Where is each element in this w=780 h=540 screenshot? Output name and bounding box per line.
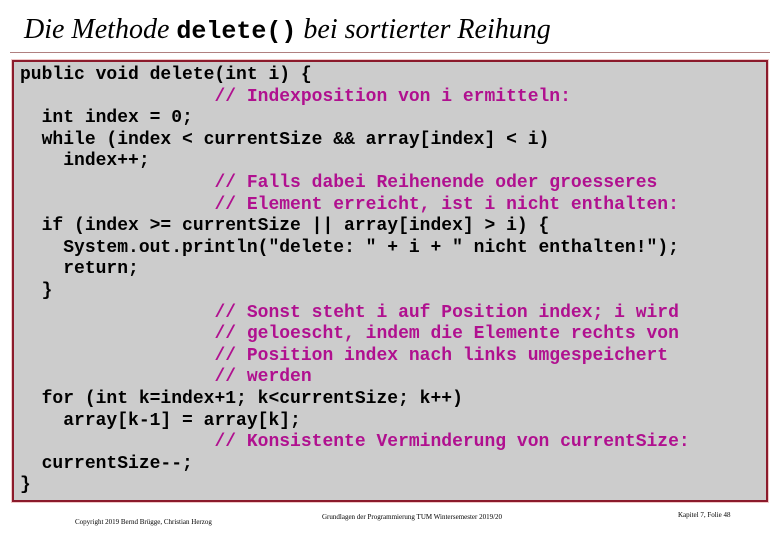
code-line: currentSize--; [20, 454, 690, 476]
slide-title-prefix: Die Methode [24, 14, 177, 45]
code-comment-line: // Indexposition von i ermitteln: [20, 87, 690, 109]
code-line: } [20, 281, 690, 303]
code-text: for (int k=index+1; k<currentSize; k++) [41, 388, 463, 409]
code-comment: // Element erreicht, ist i nicht enthalt… [214, 194, 679, 215]
code-text: index++; [63, 151, 150, 172]
code-comment-line: // Falls dabei Reihenende oder groessere… [20, 173, 690, 195]
code-line: return; [20, 259, 690, 281]
code-text: } [41, 280, 53, 301]
code-text: if (index >= currentSize || array[index]… [41, 216, 550, 237]
footer-slide-number: Kapitel 7, Folie 48 [678, 511, 731, 519]
code-text: array[k-1] = array[k]; [63, 410, 301, 431]
code-line: while (index < currentSize && array[inde… [20, 130, 690, 152]
code-comment-line: // werden [20, 367, 690, 389]
code-comment: // Indexposition von i ermitteln: [214, 86, 571, 107]
code-text: while (index < currentSize && array[inde… [41, 129, 550, 150]
code-line: for (int k=index+1; k<currentSize; k++) [20, 389, 690, 411]
title-divider [10, 52, 770, 53]
footer-copyright: Copyright 2019 Bernd Brügge, Christian H… [75, 518, 212, 526]
code-line: } [20, 475, 690, 497]
code-comment: // Konsistente Verminderung von currentS… [214, 432, 690, 453]
code-comment: // Falls dabei Reihenende oder groessere… [214, 172, 658, 193]
code-text: return; [63, 259, 139, 280]
code-text: public void delete(int i) { [20, 65, 312, 85]
footer-course: Grundlagen der Programmierung TUM Winter… [322, 513, 503, 521]
code-comment-line: // Position index nach links umgespeiche… [20, 346, 690, 368]
code-comment: // geloescht, indem die Elemente rechts … [214, 324, 679, 345]
code-line: array[k-1] = array[k]; [20, 411, 690, 433]
code-comment: // werden [214, 367, 312, 388]
slide-title-method-name: delete() [176, 17, 297, 46]
code-line: index++; [20, 151, 690, 173]
code-text: currentSize--; [41, 453, 193, 474]
code-line: System.out.println("delete: " + i + " ni… [20, 238, 690, 260]
code-line: int index = 0; [20, 108, 690, 130]
code-comment-line: // geloescht, indem die Elemente rechts … [20, 324, 690, 346]
code-comment-line: // Element erreicht, ist i nicht enthalt… [20, 195, 690, 217]
code-comment: // Sonst steht i auf Position index; i w… [214, 302, 679, 323]
slide-title: Die Methode delete() bei sortierter Reih… [24, 12, 551, 50]
code-line: public void delete(int i) { [20, 65, 690, 87]
code-box: public void delete(int i) { // Indexposi… [12, 60, 768, 502]
code-comment-line: // Konsistente Verminderung von currentS… [20, 432, 690, 454]
code-text: int index = 0; [41, 108, 193, 129]
code-text: } [20, 475, 31, 496]
code-listing: public void delete(int i) { // Indexposi… [20, 65, 690, 497]
slide-title-suffix: bei sortierter Reihung [296, 14, 551, 45]
code-text: System.out.println("delete: " + i + " ni… [63, 237, 679, 258]
code-line: if (index >= currentSize || array[index]… [20, 216, 690, 238]
code-comment-line: // Sonst steht i auf Position index; i w… [20, 303, 690, 325]
code-comment: // Position index nach links umgespeiche… [214, 345, 669, 366]
